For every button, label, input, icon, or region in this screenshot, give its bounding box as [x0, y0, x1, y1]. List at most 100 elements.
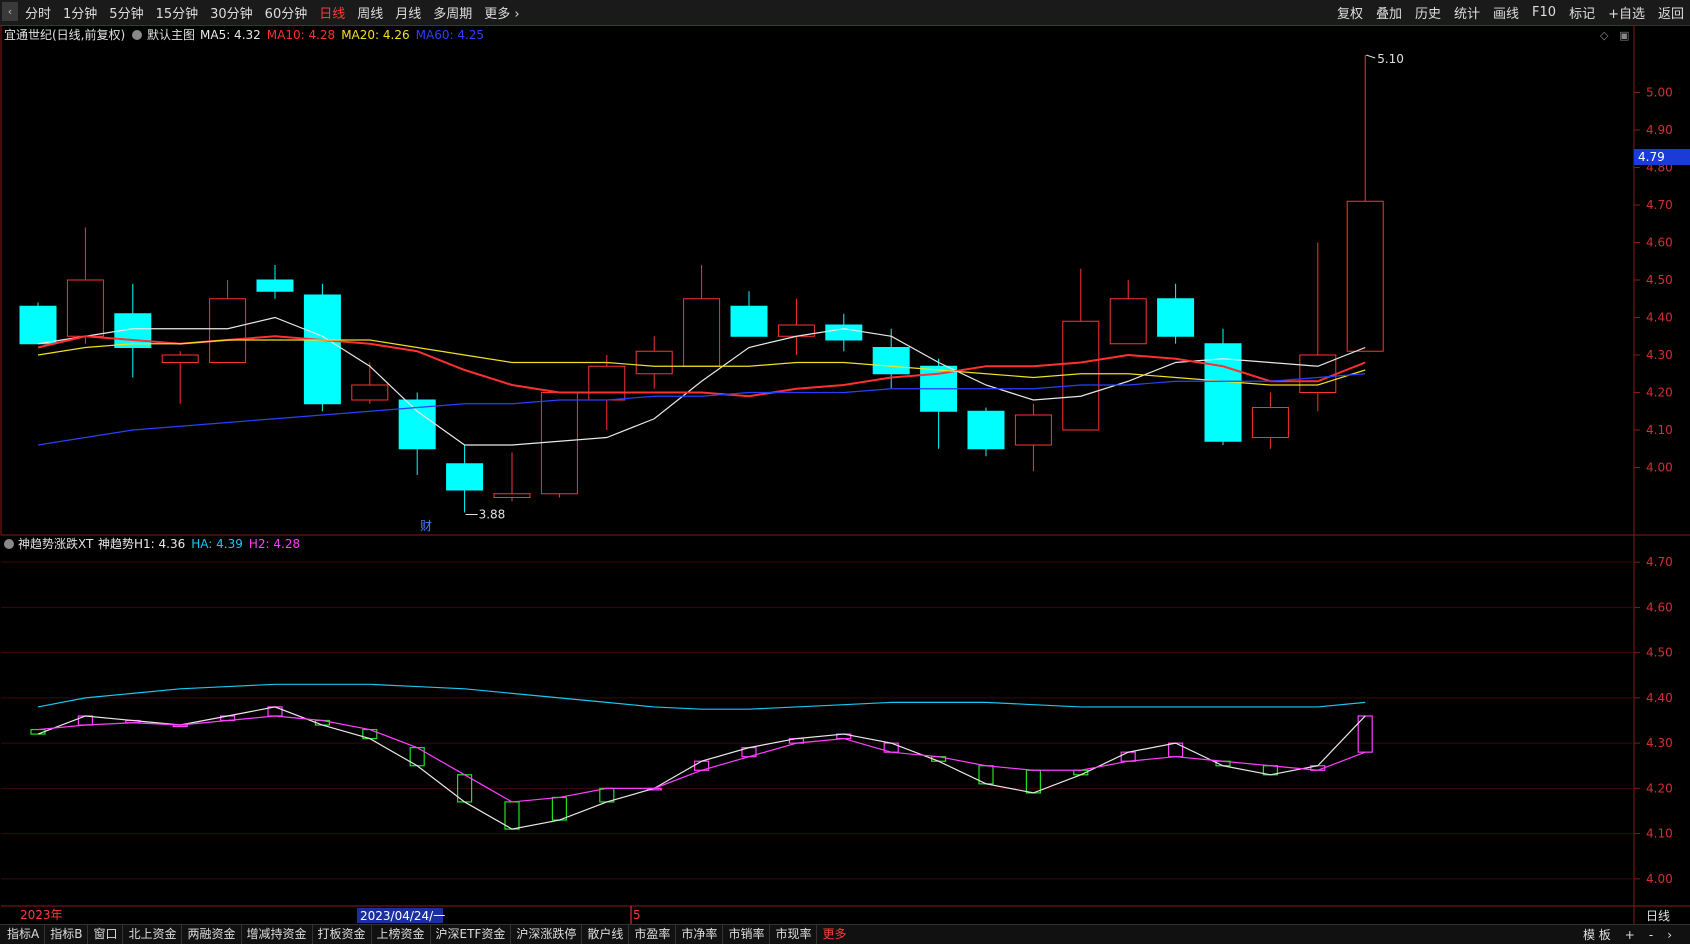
candle[interactable] [351, 362, 389, 404]
candle-body [1251, 407, 1289, 438]
candle[interactable] [1204, 328, 1242, 445]
tab-pe[interactable]: 市盈率 [629, 925, 677, 944]
sub-settings-circle-icon[interactable] [4, 539, 14, 549]
tab-window[interactable]: 窗口 [88, 925, 124, 944]
finance-marker[interactable]: 财 [420, 519, 432, 533]
tab-retail-line[interactable]: 散户线 [582, 925, 630, 944]
candle[interactable] [683, 265, 721, 367]
candle-body [1062, 320, 1100, 431]
low-price-label: 3.88 [479, 508, 506, 522]
period-tab-0[interactable]: 分时 [25, 3, 51, 22]
tab-limit-up-down[interactable]: 沪深涨跌停 [511, 925, 583, 944]
sub-tick-label: 4.70 [1646, 555, 1673, 569]
period-tab-6[interactable]: 日线 [319, 3, 345, 22]
tab-northbound[interactable]: 北上资金 [123, 925, 183, 944]
candle[interactable] [1109, 280, 1147, 345]
tool-button-1[interactable]: 叠加 [1376, 3, 1402, 22]
tab-margin[interactable]: 两融资金 [182, 925, 242, 944]
tab-holdings-change[interactable]: 增减持资金 [242, 925, 313, 944]
tool-button-0[interactable]: 复权 [1337, 3, 1363, 22]
tab-ps[interactable]: 市销率 [723, 925, 771, 944]
period-tab-2[interactable]: 5分钟 [109, 3, 143, 22]
legend-item-2: H2: 4.28 [249, 537, 300, 551]
candle[interactable] [209, 280, 247, 363]
candle[interactable] [303, 283, 341, 412]
tool-button-8[interactable]: 返回 [1658, 3, 1684, 22]
period-label[interactable]: 日线 [1646, 909, 1670, 923]
candlesticks[interactable] [19, 55, 1384, 513]
kline-chart-svg[interactable]: 4.004.104.204.304.404.504.604.704.804.90… [0, 24, 1690, 925]
candle[interactable] [1346, 55, 1384, 352]
main-tick-label: 4.70 [1646, 198, 1673, 212]
candle-body [635, 350, 673, 375]
candle[interactable] [161, 351, 199, 404]
candle[interactable] [1157, 283, 1195, 344]
settings-circle-icon[interactable] [132, 30, 142, 40]
candle[interactable] [493, 452, 531, 502]
candle[interactable] [967, 407, 1005, 457]
board-button[interactable]: + [1625, 928, 1635, 942]
candle[interactable] [1014, 403, 1052, 472]
tool-button-7[interactable]: +自选 [1608, 3, 1645, 22]
period-tab-4[interactable]: 30分钟 [210, 3, 253, 22]
legend-item-3: MA60: 4.25 [416, 28, 484, 42]
tab-board-funds[interactable]: 打板资金 [313, 925, 372, 944]
high-arrow [1366, 54, 1376, 59]
year-label: 2023年 [20, 908, 63, 922]
period-tab-1[interactable]: 1分钟 [63, 3, 97, 22]
ma-line [37, 373, 1366, 446]
tab-pcf[interactable]: 市现率 [770, 925, 818, 944]
window-icon[interactable]: ▣ [1619, 29, 1629, 42]
indicator-name[interactable]: 神趋势涨跌XT [18, 536, 94, 551]
period-tab-9[interactable]: 多周期 [433, 3, 472, 22]
chart-template[interactable]: 默认主图 [147, 27, 195, 42]
period-tabs: 分时 1分钟 5分钟 15分钟 30分钟 60分钟 日线 周线 月线 多周期 更多 › [25, 0, 532, 25]
template-button[interactable]: 模 板 [1583, 926, 1611, 943]
period-tab-8[interactable]: 月线 [395, 3, 421, 22]
diamond-icon[interactable]: ◇ [1600, 29, 1609, 42]
candle[interactable] [256, 265, 294, 299]
candle[interactable] [730, 291, 768, 337]
period-tab-10[interactable]: 更多 › [484, 3, 519, 22]
back-arrow-icon[interactable]: ‹ [2, 2, 18, 21]
candle-body [303, 294, 341, 405]
tab-more[interactable]: 更多 [817, 925, 851, 944]
tool-button-6[interactable]: 标记 [1569, 3, 1595, 22]
candle[interactable] [777, 298, 815, 355]
tab-etf-funds[interactable]: 沪深ETF资金 [431, 925, 512, 944]
main-tick-label: 5.00 [1646, 86, 1673, 100]
stock-name[interactable]: 宜通世纪(日线,前复权) [4, 27, 125, 42]
period-tab-5[interactable]: 60分钟 [265, 3, 308, 22]
candle[interactable] [635, 336, 673, 389]
candle[interactable] [446, 445, 484, 513]
sub-bar [1120, 751, 1136, 762]
tool-button-3[interactable]: 统计 [1454, 3, 1480, 22]
tab-toplist-funds[interactable]: 上榜资金 [372, 925, 431, 944]
candle[interactable] [1251, 392, 1289, 449]
tool-button-5[interactable]: F10 [1532, 5, 1556, 20]
candle-body [19, 305, 57, 345]
candle[interactable] [825, 313, 863, 352]
tool-button-2[interactable]: 历史 [1415, 3, 1441, 22]
period-tab-3[interactable]: 15分钟 [156, 3, 199, 22]
candle-body [730, 305, 768, 337]
tab-indicator-b[interactable]: 指标B [45, 925, 89, 944]
candle[interactable] [540, 392, 578, 498]
candle[interactable] [398, 392, 436, 476]
tab-indicator-a[interactable]: 指标A [2, 925, 46, 944]
zoom-out-button[interactable]: › [1667, 928, 1672, 942]
candle[interactable] [1062, 268, 1100, 431]
candle[interactable] [19, 302, 57, 345]
tool-button-4[interactable]: 画线 [1493, 3, 1519, 22]
period-tab-7[interactable]: 周线 [357, 3, 383, 22]
month-label: 5 [633, 908, 641, 922]
main-tick-label: 4.90 [1646, 123, 1673, 137]
zoom-in-button[interactable]: - [1649, 928, 1653, 942]
sub-chart-lines [37, 683, 1366, 830]
sub-bar [504, 801, 520, 830]
chart-area[interactable]: 4.00 4.10 4.20 4.30 4.40 4.50 4.60 4.70 4.80 4.90… [0, 24, 1690, 925]
candle-body [446, 463, 484, 491]
tab-pb[interactable]: 市净率 [676, 925, 724, 944]
candle[interactable] [66, 227, 104, 344]
candle[interactable] [1299, 242, 1337, 412]
